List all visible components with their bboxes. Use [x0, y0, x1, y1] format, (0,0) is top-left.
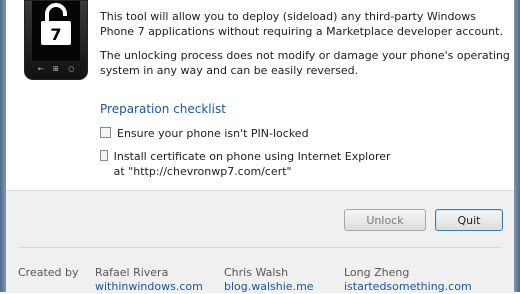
checklist-title: Preparation checklist [100, 102, 226, 116]
phone-hardware-buttons: ← ⊞ ○ [33, 64, 79, 74]
credit-name: Rafael Rivera [95, 266, 169, 279]
credit-name: Long Zheng [344, 266, 410, 279]
unlocked-padlock-icon: 7 [41, 3, 71, 45]
credit-long-zheng: Long Zheng istartedsomething.com [344, 266, 472, 294]
windows-logo-icon: ⊞ [52, 65, 59, 73]
description-text-1: This tool will allow you to deploy (side… [100, 10, 503, 38]
checklist-item-label: Ensure your phone isn't PIN-locked [117, 127, 309, 140]
phone-screen: 7 [32, 1, 80, 61]
footer-divider [18, 247, 502, 248]
content-panel: 7 ← ⊞ ○ This tool will allow you to depl… [6, 0, 514, 190]
quit-button[interactable]: Quit [435, 209, 503, 231]
unlock-button[interactable]: Unlock [344, 209, 426, 231]
checklist-item-pin[interactable]: Ensure your phone isn't PIN-locked [100, 126, 309, 141]
credits-label: Created by [18, 266, 79, 279]
pin-checkbox[interactable] [100, 127, 111, 138]
search-icon: ○ [68, 65, 75, 73]
phone-screen-glyph: 7 [50, 25, 61, 44]
credit-chris-walsh: Chris Walsh blog.walshie.me [224, 266, 314, 294]
certificate-checkbox[interactable] [100, 150, 108, 161]
back-icon: ← [37, 65, 44, 73]
description-text-2: The unlocking process does not modify or… [100, 49, 510, 77]
credit-name: Chris Walsh [224, 266, 289, 279]
window-frame-right [514, 0, 520, 292]
credit-rafael-rivera: Rafael Rivera withinwindows.com [95, 266, 203, 294]
phone-illustration: 7 ← ⊞ ○ [24, 0, 88, 80]
checklist-item-label: Install certificate on phone using Inter… [113, 150, 391, 178]
footer-panel: Unlock Quit Created by Rafael Rivera wit… [6, 190, 514, 293]
checklist-item-certificate[interactable]: Install certificate on phone using Inter… [100, 149, 400, 179]
